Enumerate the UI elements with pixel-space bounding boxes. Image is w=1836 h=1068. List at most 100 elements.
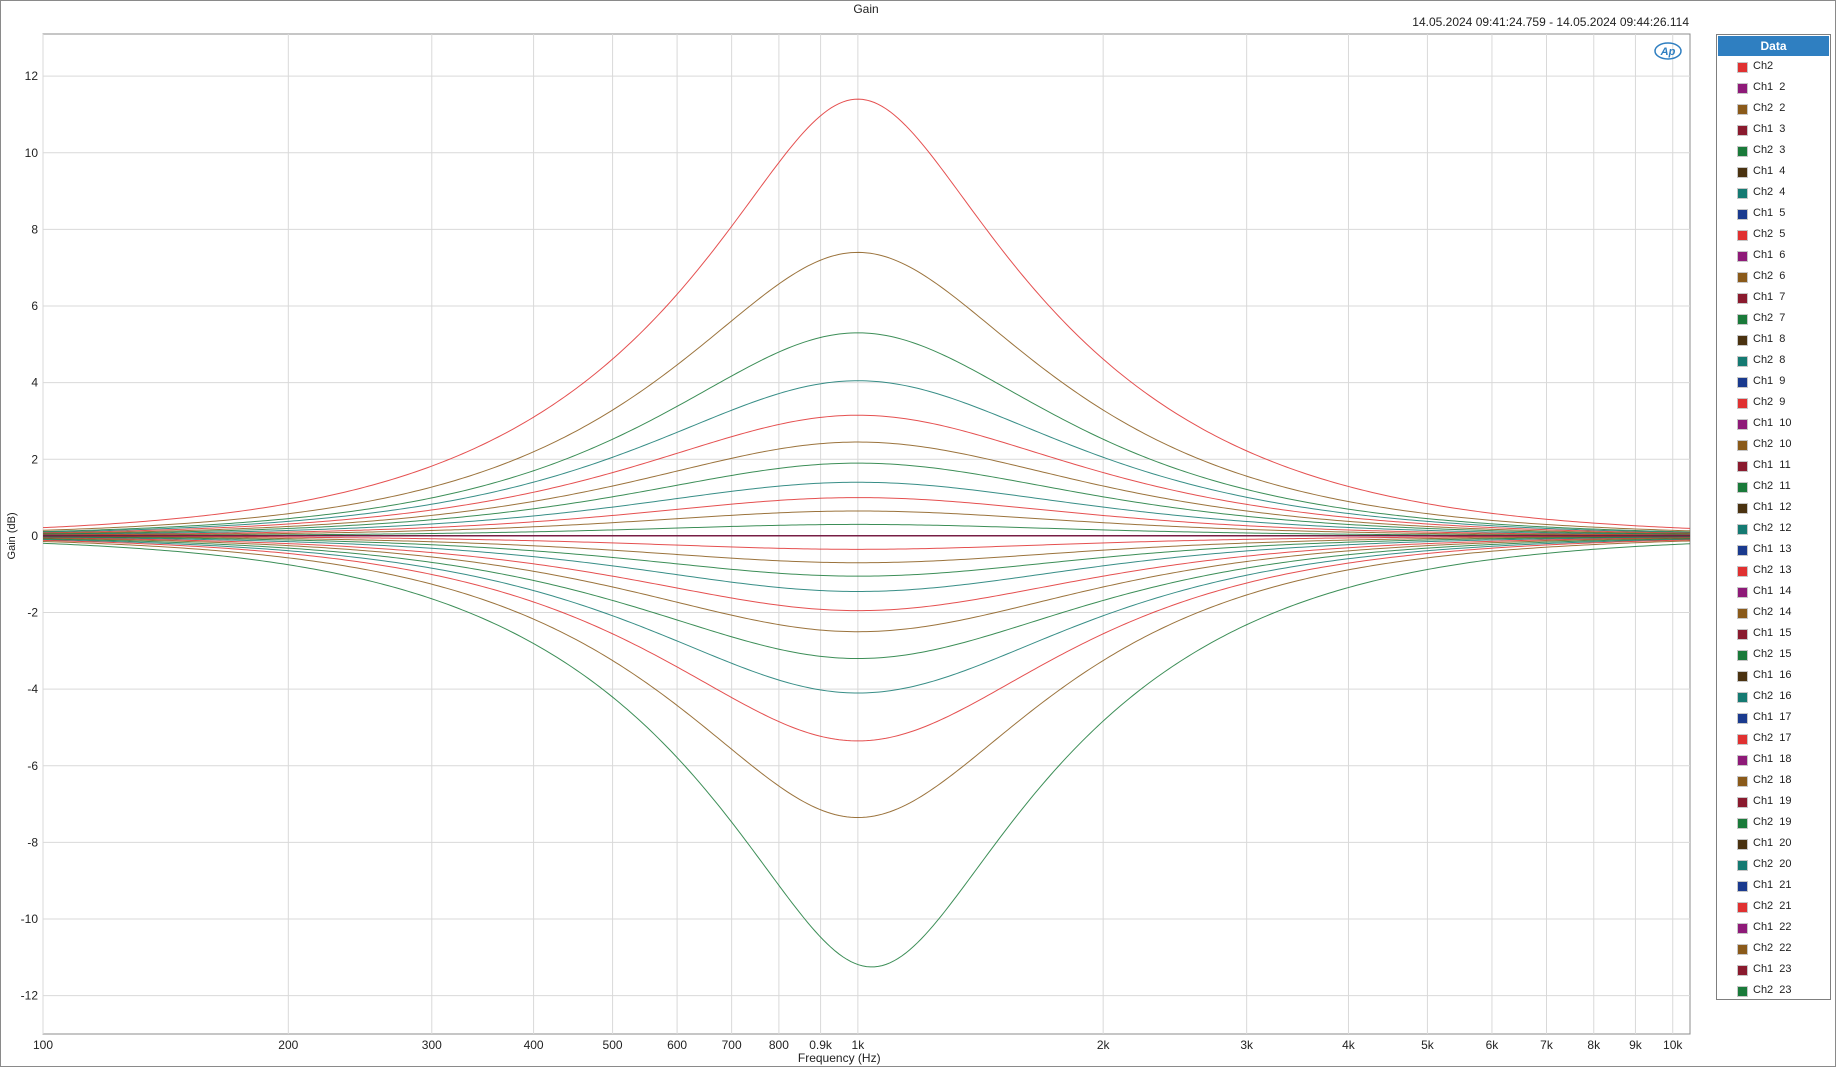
legend-item[interactable]: Ch1 2 <box>1717 78 1827 99</box>
legend-item[interactable]: Ch1 8 <box>1717 330 1827 351</box>
legend-item[interactable]: Ch2 14 <box>1717 603 1827 624</box>
legend-item[interactable]: Ch2 21 <box>1717 897 1827 918</box>
legend-swatch <box>1738 189 1747 198</box>
legend-item[interactable]: Ch2 5 <box>1717 225 1827 246</box>
legend-swatch <box>1738 378 1747 387</box>
legend-item[interactable]: Ch2 16 <box>1717 687 1827 708</box>
legend-label: Ch2 7 <box>1753 312 1786 324</box>
legend-item[interactable]: Ch2 17 <box>1717 729 1827 750</box>
y-tick-label: -12 <box>21 989 39 1003</box>
y-tick-label: 0 <box>31 529 38 543</box>
x-tick-label: 1k <box>852 1038 866 1052</box>
legend-swatch <box>1738 357 1747 366</box>
legend-item[interactable]: Ch2 12 <box>1717 519 1827 540</box>
legend-label: Ch1 17 <box>1753 711 1792 723</box>
legend-item[interactable]: Ch2 4 <box>1717 183 1827 204</box>
x-tick-label: 0.9k <box>809 1038 833 1052</box>
legend-header: Data <box>1718 36 1829 56</box>
legend-swatch <box>1738 210 1747 219</box>
legend-label: Ch1 12 <box>1753 501 1792 513</box>
x-tick-label: 9k <box>1629 1038 1643 1052</box>
y-tick-label: 12 <box>25 69 39 83</box>
legend-item[interactable]: Ch2 15 <box>1717 645 1827 666</box>
legend-item[interactable]: Ch1 7 <box>1717 288 1827 309</box>
legend-swatch <box>1738 798 1747 807</box>
legend-item[interactable]: Ch1 17 <box>1717 708 1827 729</box>
legend-swatch <box>1738 168 1747 177</box>
legend-item[interactable]: Ch2 23 <box>1717 981 1827 1002</box>
legend-item[interactable]: Ch1 15 <box>1717 624 1827 645</box>
legend-swatch <box>1738 294 1747 303</box>
legend-swatch <box>1738 399 1747 408</box>
legend-item[interactable]: Ch1 23 <box>1717 960 1827 981</box>
y-tick-label: -8 <box>27 835 38 849</box>
y-axis-label: Gain (dB) <box>6 512 18 559</box>
legend-swatch <box>1738 252 1747 261</box>
y-tick-label: -4 <box>27 682 38 696</box>
legend-label: Ch2 23 <box>1753 984 1792 996</box>
legend-item[interactable]: Ch2 7 <box>1717 309 1827 330</box>
legend-label: Ch1 22 <box>1753 921 1792 933</box>
legend-label: Ch2 8 <box>1753 354 1786 366</box>
x-tick-label: 4k <box>1342 1038 1356 1052</box>
legend-item[interactable]: Ch2 13 <box>1717 561 1827 582</box>
legend-swatch <box>1738 924 1747 933</box>
legend-swatch <box>1738 231 1747 240</box>
legend-swatch <box>1738 84 1747 93</box>
legend-swatch <box>1738 462 1747 471</box>
legend-item[interactable]: Ch1 13 <box>1717 540 1827 561</box>
legend-item[interactable]: Ch1 9 <box>1717 372 1827 393</box>
ap-logo-text: Ap <box>1660 46 1676 58</box>
legend-item[interactable]: Ch1 6 <box>1717 246 1827 267</box>
legend-item[interactable]: Ch2 3 <box>1717 141 1827 162</box>
legend-swatch <box>1738 882 1747 891</box>
legend-item[interactable]: Ch1 18 <box>1717 750 1827 771</box>
legend-item[interactable]: Ch2 2 <box>1717 99 1827 120</box>
legend-label: Ch2 17 <box>1753 732 1792 744</box>
legend-item[interactable]: Ch2 <box>1717 57 1827 78</box>
legend-label: Ch2 20 <box>1753 858 1792 870</box>
legend-label: Ch1 9 <box>1753 375 1786 387</box>
legend-label: Ch1 14 <box>1753 585 1792 597</box>
x-tick-label: 100 <box>33 1038 53 1052</box>
legend-item[interactable]: Ch2 19 <box>1717 813 1827 834</box>
legend-swatch <box>1738 420 1747 429</box>
legend-item[interactable]: Ch2 8 <box>1717 351 1827 372</box>
legend-item[interactable]: Ch2 9 <box>1717 393 1827 414</box>
legend-item[interactable]: Ch1 11 <box>1717 456 1827 477</box>
legend-label: Ch2 3 <box>1753 144 1786 156</box>
legend-item[interactable]: Ch2 11 <box>1717 477 1827 498</box>
legend-item[interactable]: Ch1 22 <box>1717 918 1827 939</box>
legend-label: Ch2 22 <box>1753 942 1792 954</box>
y-tick-label: 10 <box>25 146 39 160</box>
legend-label: Ch2 16 <box>1753 690 1792 702</box>
legend-swatch <box>1738 861 1747 870</box>
legend-swatch <box>1738 504 1747 513</box>
legend-item[interactable]: Ch2 22 <box>1717 939 1827 960</box>
legend-item[interactable]: Ch2 20 <box>1717 855 1827 876</box>
x-axis-label: Frequency (Hz) <box>798 1051 881 1065</box>
legend-item[interactable]: Ch2 10 <box>1717 435 1827 456</box>
legend-item[interactable]: Ch1 16 <box>1717 666 1827 687</box>
legend-item[interactable]: Ch1 5 <box>1717 204 1827 225</box>
legend-swatch <box>1738 525 1747 534</box>
legend-item[interactable]: Ch1 21 <box>1717 876 1827 897</box>
legend-item[interactable]: Ch1 12 <box>1717 498 1827 519</box>
legend-item[interactable]: Ch2 18 <box>1717 771 1827 792</box>
legend-item[interactable]: Ch1 4 <box>1717 162 1827 183</box>
legend-item[interactable]: Ch1 10 <box>1717 414 1827 435</box>
legend-item[interactable]: Ch2 6 <box>1717 267 1827 288</box>
legend-swatch <box>1738 483 1747 492</box>
legend-swatch <box>1738 945 1747 954</box>
chart-window: Gain 14.05.2024 09:41:24.759 - 14.05.202… <box>0 0 1836 1067</box>
legend-label: Ch2 4 <box>1753 186 1786 198</box>
legend-swatch <box>1738 840 1747 849</box>
legend-item[interactable]: Ch1 14 <box>1717 582 1827 603</box>
x-tick-label: 200 <box>278 1038 298 1052</box>
plot-area[interactable]: 100 200 300 400 500 600 700 800 0.9k 1k 2k 3k 4k 5k 6k… <box>1 1 1836 1068</box>
x-tick-label: 5k <box>1421 1038 1435 1052</box>
legend-label: Ch1 18 <box>1753 753 1792 765</box>
legend-item[interactable]: Ch1 19 <box>1717 792 1827 813</box>
legend-item[interactable]: Ch1 20 <box>1717 834 1827 855</box>
legend-item[interactable]: Ch1 3 <box>1717 120 1827 141</box>
